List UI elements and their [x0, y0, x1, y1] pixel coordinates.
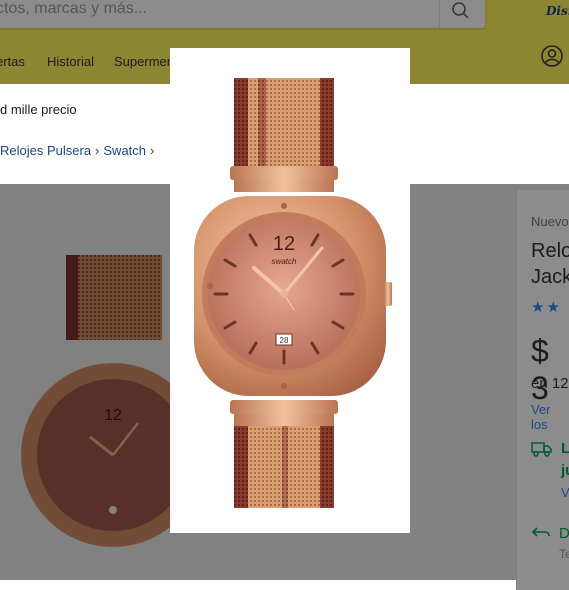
user-account-icon[interactable]: [541, 45, 563, 67]
breadcrumb: Relojes Pulsera › Swatch ›: [0, 143, 158, 158]
price: $ 3: [531, 333, 549, 406]
partner-logo[interactable]: Disney: [546, 4, 569, 18]
search-icon[interactable]: [448, 0, 474, 22]
watch-image: 12 swatch 28: [194, 78, 392, 508]
search-input[interactable]: ctos, marcas y más...: [0, 0, 147, 18]
shipping-title: L: [561, 440, 569, 457]
shipping-link[interactable]: V: [561, 485, 569, 500]
product-title-line2: Jack: [531, 266, 569, 288]
gallery-main-image[interactable]: 12: [18, 255, 188, 585]
condition-label: Nuevo: [531, 214, 569, 229]
chevron-right-icon: ›: [95, 143, 100, 158]
nav-item-historial[interactable]: Historial: [47, 54, 94, 69]
truck-icon: [531, 442, 552, 457]
nav-item-supermercado[interactable]: Supermerc: [114, 54, 178, 69]
shipping-date: ju: [561, 462, 569, 479]
nav-item-ofertas[interactable]: ertas: [0, 54, 25, 69]
product-title: Reloj: [531, 240, 569, 262]
date-window: 28: [280, 336, 289, 345]
returns-subtitle: Te: [559, 547, 569, 561]
return-arrow-icon: [531, 527, 550, 537]
returns-title: D: [559, 525, 569, 542]
svg-text:12: 12: [104, 407, 122, 424]
image-zoom-modal[interactable]: 12 swatch 28: [170, 48, 410, 533]
search-divider: [439, 0, 440, 28]
chevron-right-icon: ›: [150, 143, 155, 158]
payment-methods-link[interactable]: Ver los: [531, 402, 569, 432]
announcement-text: d mille precio: [0, 102, 77, 117]
breadcrumb-item-relojes[interactable]: Relojes Pulsera: [0, 143, 91, 158]
search-box[interactable]: ctos, marcas y más...: [0, 0, 485, 28]
rating-stars[interactable]: ★★: [531, 298, 562, 316]
dial-number: 12: [273, 233, 295, 255]
brand-logo: swatch: [272, 257, 297, 266]
breadcrumb-item-swatch[interactable]: Swatch: [103, 143, 146, 158]
installments-text: en 12: [531, 375, 569, 392]
